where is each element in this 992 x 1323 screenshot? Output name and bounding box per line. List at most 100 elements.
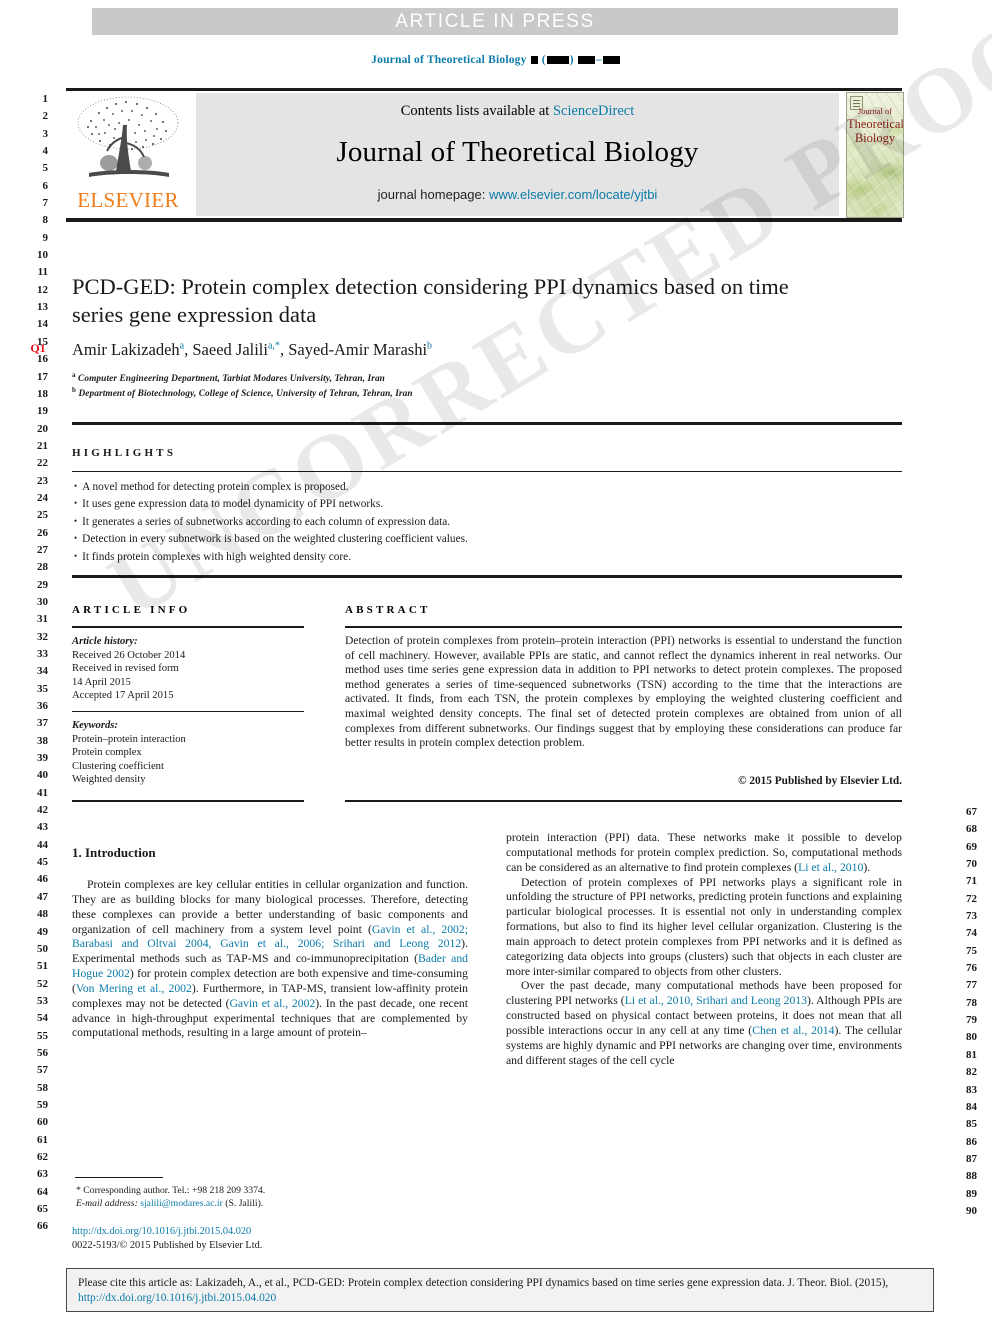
citation-link[interactable]: Gavin et al., 2002 — [229, 997, 315, 1010]
article-info-rule-top — [72, 626, 304, 628]
placeholder-block-pagestart — [577, 56, 595, 65]
line-number: 78 — [966, 996, 977, 1009]
citation-link[interactable]: Chen et al., 2014 — [752, 1024, 834, 1037]
article-info-rule-bottom — [72, 800, 304, 802]
line-number: 36 — [37, 700, 48, 713]
line-number: 9 — [42, 231, 49, 244]
doi-link[interactable]: http://dx.doi.org/10.1016/j.jtbi.2015.04… — [72, 1225, 492, 1239]
highlights-rule-middle — [72, 471, 902, 473]
masthead-rule-bottom — [66, 218, 902, 222]
citation-link[interactable]: Gavin et al., 2002; Barabasi and Oltvai … — [72, 923, 468, 951]
keywords-label: Keywords: — [72, 720, 118, 731]
abstract-rule-bottom — [345, 800, 902, 802]
placeholder-block-volume — [530, 56, 538, 65]
line-number: 6 — [42, 179, 49, 192]
line-number: 66 — [37, 1220, 48, 1233]
journal-title: Journal of Theoretical Biology — [336, 136, 699, 168]
line-number: 67 — [966, 806, 977, 818]
article-info-heading: ARTICLE INFO — [72, 604, 191, 616]
cite-text: Please cite this article as: Lakizadeh, … — [78, 1277, 889, 1289]
highlight-item: A novel method for detecting protein com… — [74, 478, 904, 495]
citation-link[interactable]: Li et al., 2010, Srihari and Leong 2013 — [625, 994, 807, 1007]
section-heading-introduction: 1. Introduction — [72, 845, 156, 860]
journal-cover-thumbnail: Journal of Theoretical Biology — [846, 92, 904, 218]
footnote-rule — [75, 1177, 163, 1178]
highlights-rule-bottom — [72, 575, 902, 578]
running-head-paren-open: ( — [541, 54, 546, 66]
citation-link[interactable]: Von Mering et al., 2002 — [76, 982, 192, 995]
elsevier-tree-icon — [77, 96, 179, 177]
page-title: PCD-GED: Protein complex detection consi… — [72, 274, 789, 327]
contents-available-line: Contents lists available at ScienceDirec… — [196, 103, 839, 120]
email-label: E-mail address: — [76, 1198, 138, 1209]
highlights-rule-top — [72, 422, 902, 425]
line-number: 65 — [37, 1203, 48, 1215]
line-number: 4 — [42, 145, 49, 158]
line-number: 5 — [42, 162, 49, 175]
line-number: 58 — [37, 1081, 48, 1094]
line-number: 39 — [37, 752, 48, 765]
line-number: 54 — [37, 1012, 48, 1025]
body-column-left: Protein complexes are key cellular entit… — [72, 878, 468, 1041]
line-number: 23 — [37, 474, 48, 487]
cover-title: Journal of Theoretical Biology — [847, 106, 903, 145]
line-number: 34 — [37, 665, 48, 678]
line-number: 88 — [966, 1170, 977, 1183]
line-number: 51 — [37, 960, 48, 973]
keyword-item: Protein–protein interaction — [72, 733, 186, 745]
cite-this-article-text: Please cite this article as: Lakizadeh, … — [67, 1269, 933, 1306]
line-number: 90 — [966, 1204, 977, 1217]
email-link[interactable]: sjalili@modares.ac.ir — [140, 1198, 223, 1209]
line-number: 72 — [966, 892, 977, 905]
article-history: Article history: Received 26 October 2014… — [72, 635, 312, 703]
sciencedirect-link[interactable]: ScienceDirect — [553, 103, 634, 119]
line-number: 20 — [37, 422, 48, 435]
affiliation-a: a Computer Engineering Department, Tarbi… — [72, 371, 385, 385]
highlight-item: It finds protein complexes with high wei… — [74, 548, 904, 565]
affiliation-b-text: Department of Biotechnology, College of … — [78, 389, 413, 400]
line-number: 21 — [37, 439, 48, 452]
corresponding-author-note: * Corresponding author. Tel.: +98 218 20… — [76, 1185, 266, 1196]
line-number: 68 — [966, 823, 977, 836]
line-number: 49 — [37, 925, 48, 938]
cover-title-line3: Biology — [854, 130, 896, 145]
abstract-heading: ABSTRACT — [345, 604, 431, 616]
line-number: 14 — [37, 318, 48, 331]
line-number: 46 — [37, 873, 48, 886]
line-number: 53 — [37, 994, 48, 1007]
line-number: 12 — [37, 283, 48, 296]
line-number: 26 — [37, 526, 48, 539]
email-suffix: (S. Jalili). — [225, 1198, 264, 1209]
author-list: Amir Lakizadeha, Saeed Jalilia,*, Sayed-… — [72, 340, 433, 359]
line-number: 18 — [37, 387, 48, 400]
line-number: 71 — [966, 875, 977, 888]
article-history-item: Received 26 October 2014 — [72, 649, 186, 661]
keyword-item: Weighted density — [72, 774, 146, 786]
running-head-paren-close: ) — [569, 54, 574, 66]
line-number: 27 — [37, 543, 48, 556]
line-number: 56 — [37, 1046, 48, 1059]
placeholder-block-pageend — [602, 56, 620, 65]
line-number: 79 — [966, 1014, 977, 1027]
citation-link[interactable]: Bader and Hogue 2002 — [72, 952, 468, 980]
line-number: 13 — [37, 301, 48, 314]
placeholder-block-year — [546, 56, 569, 65]
journal-homepage-link[interactable]: www.elsevier.com/locate/yjtbi — [489, 187, 657, 202]
cite-doi-link[interactable]: http://dx.doi.org/10.1016/j.jtbi.2015.04… — [78, 1292, 276, 1304]
affiliation-a-text: Computer Engineering Department, Tarbiat… — [78, 374, 385, 385]
line-number: 77 — [966, 979, 977, 992]
line-number: 47 — [37, 890, 48, 903]
line-number: 7 — [42, 197, 49, 210]
line-number: 62 — [37, 1150, 48, 1163]
query-marker-q1[interactable]: Q1 — [26, 341, 50, 356]
line-number: 29 — [37, 578, 48, 591]
running-head: Journal of Theoretical Biology () – — [0, 54, 992, 66]
line-number: 69 — [966, 840, 977, 853]
citation-link[interactable]: Li et al., 2010 — [798, 861, 863, 874]
article-info-rule-middle — [72, 711, 304, 713]
line-number: 25 — [37, 509, 48, 522]
line-number: 87 — [966, 1152, 977, 1165]
line-number: 40 — [37, 769, 48, 782]
line-number: 37 — [37, 717, 48, 730]
article-in-press-banner: ARTICLE IN PRESS — [92, 8, 898, 35]
